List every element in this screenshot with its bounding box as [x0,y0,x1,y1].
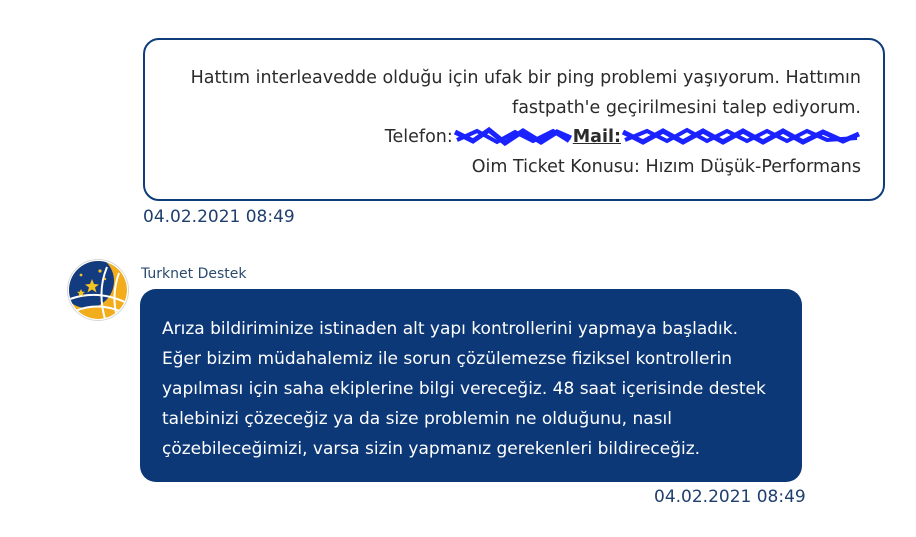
support-message-bubble: Arıza bildiriminize istinaden alt yapı k… [140,289,802,482]
ticket-topic-line: Oim Ticket Konusu: Hızım Düşük-Performan… [471,156,861,177]
contact-line: Telefon: Mail: [145,123,861,153]
user-message-bubble: Hattım interleavedde olduğu için ufak bi… [143,38,885,201]
user-message-line: fastpath'e geçirilmesini talep ediyorum. [512,97,861,118]
support-message-line: çözebileceğimizi, varsa sizin yapmanız g… [162,439,701,459]
support-message-line: Eğer bizim müdahalemiz ile sorun çözülem… [162,349,732,369]
sender-name: Turknet Destek [141,266,247,282]
support-message-line: talebinizi çözeceğiz ya da size problemi… [162,409,672,429]
support-message-line: Arıza bildiriminize istinaden alt yapı k… [162,319,739,339]
mail-label: Mail: [572,127,621,148]
redaction-scribble-phone [453,127,572,147]
user-message-timestamp: 04.02.2021 08:49 [143,207,295,227]
turknet-logo-icon [67,259,129,321]
phone-label: Telefon: [384,127,453,148]
support-message-line: yapılması için saha ekiplerine bilgi ver… [162,379,766,399]
redaction-scribble-mail [621,127,861,146]
support-message-timestamp: 04.02.2021 08:49 [654,487,806,507]
user-message-line: Hattım interleavedde olduğu için ufak bi… [190,68,861,88]
